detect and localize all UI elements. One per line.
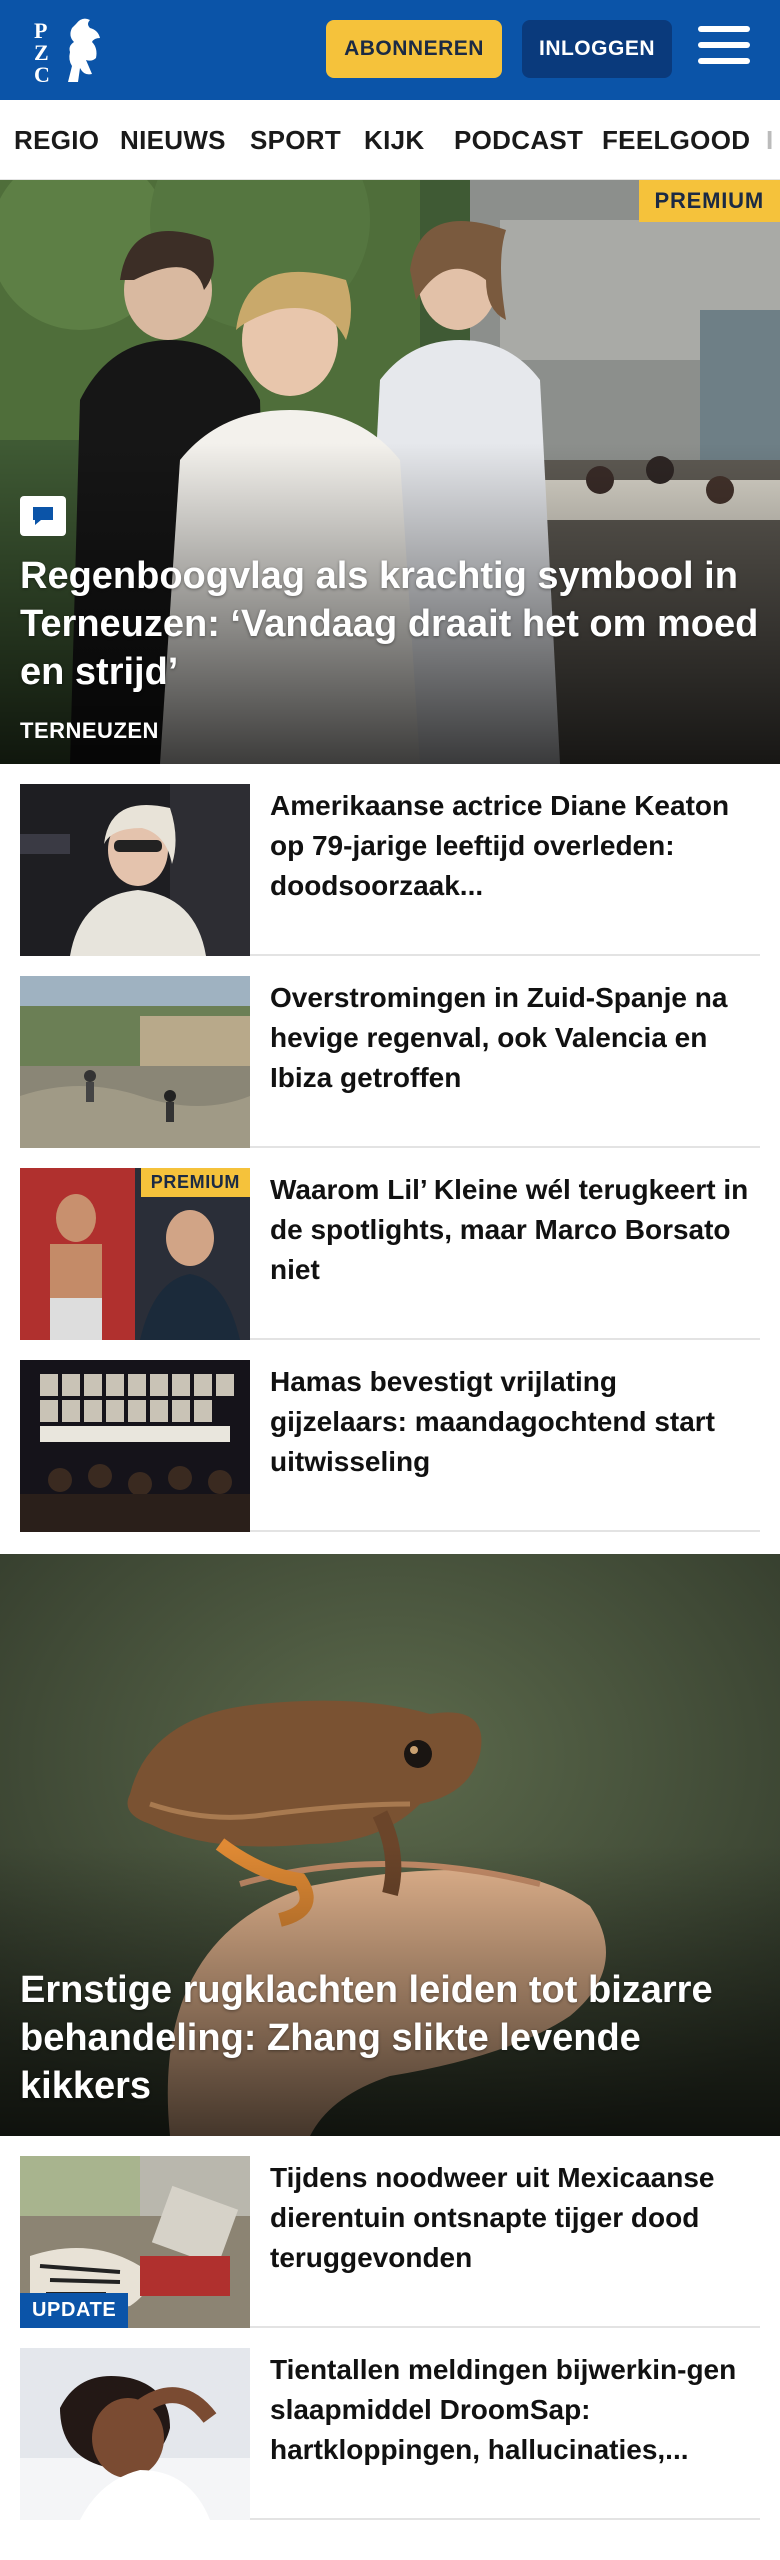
- article-title[interactable]: Tijdens noodweer uit Mexicaanse dierentu…: [270, 2158, 760, 2278]
- nav-item-podcast[interactable]: PODCAST: [454, 100, 583, 179]
- hero-title[interactable]: Ernstige rugklachten leiden tot bizarre …: [20, 1966, 760, 2110]
- article-thumbnail: [20, 784, 250, 956]
- nav-item-feelgood[interactable]: FEELGOOD: [602, 100, 750, 179]
- menu-icon[interactable]: [698, 26, 750, 72]
- article-thumbnail: [20, 2348, 250, 2520]
- article-title[interactable]: Amerikaanse actrice Diane Keaton op 79-j…: [270, 786, 760, 906]
- nav-item-regio[interactable]: REGIO: [14, 100, 99, 179]
- pzc-logo[interactable]: P Z C: [28, 14, 112, 86]
- menu-line: [698, 42, 750, 48]
- list-item[interactable]: PREMIUM Waarom Lil’ Kleine wél terugkeer…: [20, 1148, 760, 1340]
- nav-item-nieuws[interactable]: NIEUWS: [120, 100, 226, 179]
- article-title[interactable]: Tientallen meldingen bijwerkin-gen slaap…: [270, 2350, 760, 2470]
- article-thumbnail: [20, 976, 250, 1148]
- nav-item-kijk[interactable]: KIJK: [364, 100, 424, 179]
- premium-badge: PREMIUM: [140, 1168, 250, 1197]
- top-header: P Z C ABONNEREN INLOGGEN: [0, 0, 780, 100]
- article-title[interactable]: Waarom Lil’ Kleine wél terugkeert in de …: [270, 1170, 760, 1290]
- hero-article-2[interactable]: Ernstige rugklachten leiden tot bizarre …: [0, 1554, 780, 2136]
- premium-badge: PREMIUM: [638, 180, 780, 222]
- menu-line: [698, 26, 750, 32]
- menu-line: [698, 58, 750, 64]
- subscribe-button[interactable]: ABONNEREN: [326, 20, 502, 78]
- article-title[interactable]: Hamas bevestigt vrijlating gijzelaars: m…: [270, 1362, 760, 1482]
- article-thumbnail: [20, 1360, 250, 1532]
- section-nav: REGIO NIEUWS SPORT KIJK PODCAST FEELGOOD…: [0, 100, 780, 180]
- logo-letter-c: C: [34, 62, 50, 86]
- hero-location: TERNEUZEN: [20, 718, 159, 743]
- hero-title[interactable]: Regenboogvlag als krachtig symbool in Te…: [20, 552, 760, 696]
- login-button[interactable]: INLOGGEN: [522, 20, 672, 78]
- article-title[interactable]: Overstromingen in Zuid-Spanje na hevige …: [270, 978, 760, 1098]
- nav-item-overflow[interactable]: I: [766, 100, 774, 179]
- comment-icon: [20, 496, 66, 536]
- list-item[interactable]: Amerikaanse actrice Diane Keaton op 79-j…: [20, 764, 760, 956]
- list-item[interactable]: Tientallen meldingen bijwerkin-gen slaap…: [20, 2328, 760, 2520]
- nav-item-sport[interactable]: SPORT: [250, 100, 341, 179]
- article-thumbnail: UPDATE: [20, 2156, 250, 2328]
- hero-article-1[interactable]: PREMIUM Regenboogvlag als krachtig symbo…: [0, 180, 780, 764]
- update-badge: UPDATE: [20, 2293, 129, 2328]
- list-item[interactable]: UPDATE Tijdens noodweer uit Mexicaanse d…: [20, 2136, 760, 2328]
- article-thumbnail: PREMIUM: [20, 1168, 250, 1340]
- list-item[interactable]: Hamas bevestigt vrijlating gijzelaars: m…: [20, 1340, 760, 1532]
- lion-icon: [68, 18, 100, 83]
- list-item[interactable]: Overstromingen in Zuid-Spanje na hevige …: [20, 956, 760, 1148]
